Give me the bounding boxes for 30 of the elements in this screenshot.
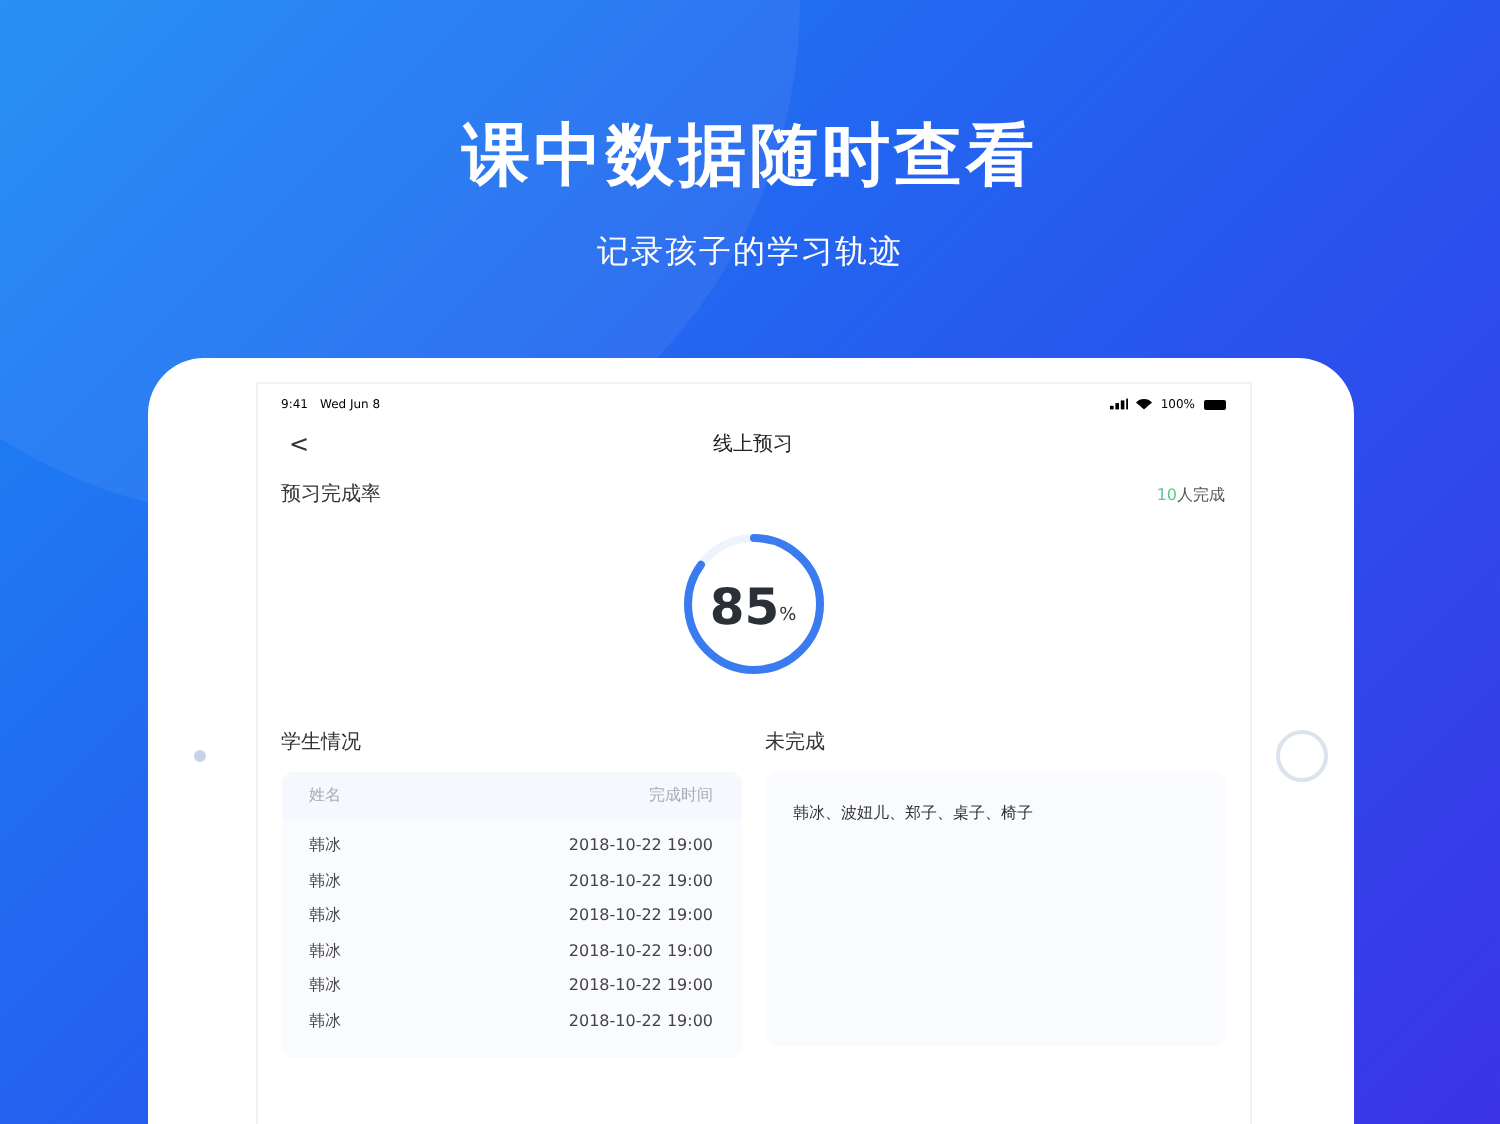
section-title: 预习完成率: [281, 481, 381, 508]
battery-icon: [1203, 399, 1225, 409]
table-cell: 韩冰: [309, 904, 341, 927]
wifi-icon: [1136, 398, 1153, 410]
incomplete-names: 韩冰、波妞儿、郑子、桌子、椅子: [793, 804, 1033, 822]
page-title: 线上预习: [713, 431, 793, 458]
table-cell: 2018-10-22 19:00: [568, 1011, 713, 1030]
completion-rate: 85: [709, 577, 780, 635]
table-cell: 2018-10-22 19:00: [568, 836, 713, 855]
percent-sign: %: [779, 606, 797, 626]
column-header: 姓名: [309, 784, 341, 808]
table-cell: 2018-10-22 19:00: [568, 906, 713, 925]
table-cell: 韩冰: [309, 974, 341, 997]
section-title: 未完成: [765, 729, 827, 756]
column-header: 完成时间: [649, 784, 713, 808]
table-cell: 2018-10-22 19:00: [568, 941, 713, 960]
table-cell: 韩冰: [309, 869, 341, 892]
completed-count: 10: [1156, 485, 1177, 503]
camera-dot: [193, 750, 205, 762]
table-cell: 韩冰: [309, 834, 341, 857]
subheadline: 记录孩子的学习轨迹: [597, 232, 903, 274]
section-title: 学生情况: [281, 729, 363, 756]
signal-icon: [1110, 398, 1129, 410]
table-cell: 韩冰: [309, 1009, 341, 1032]
table-cell: 2018-10-22 19:00: [568, 976, 713, 995]
back-button[interactable]: <: [281, 430, 318, 458]
completed-label: 人完成: [1177, 483, 1225, 505]
table-cell: 韩冰: [309, 939, 341, 962]
headline: 课中数据随时查看: [462, 114, 1038, 200]
table-cell: 2018-10-22 19:00: [568, 871, 713, 890]
